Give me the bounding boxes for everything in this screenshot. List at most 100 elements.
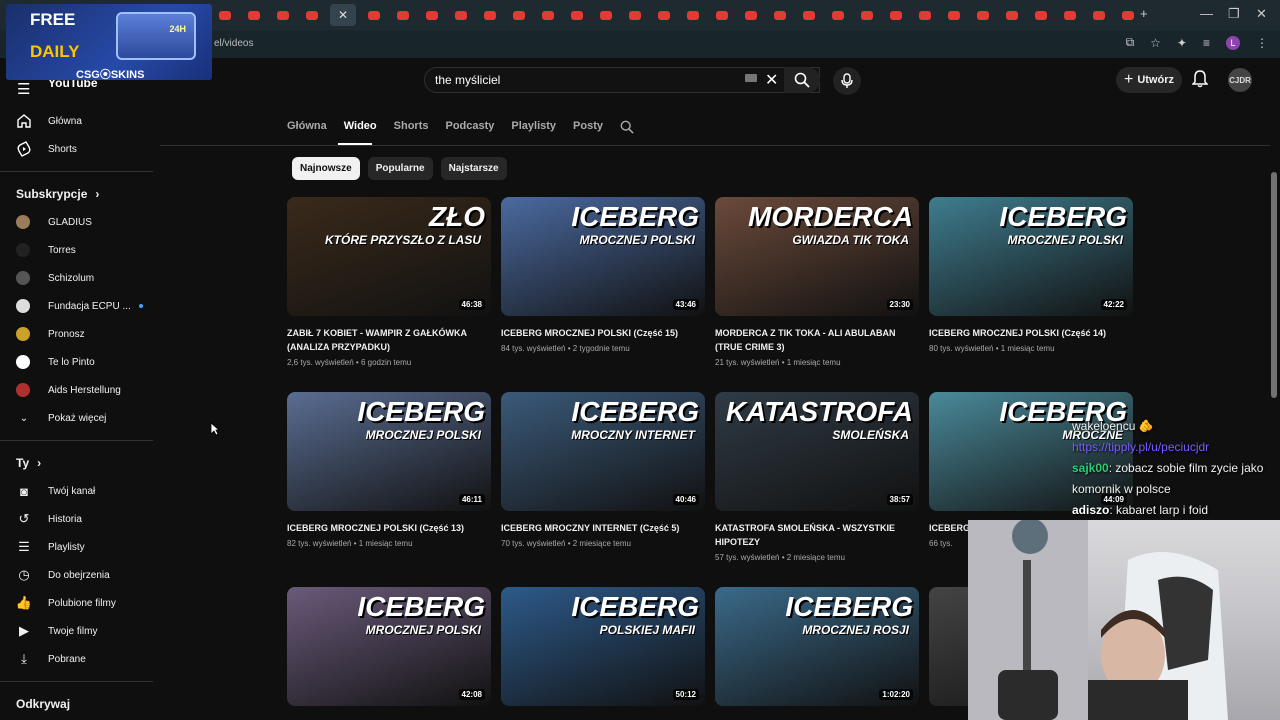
video-thumbnail[interactable]: ICEBERG POLSKIEJ MAFII 50:12: [501, 587, 705, 706]
browser-tab[interactable]: [943, 4, 965, 26]
video-thumbnail[interactable]: ICEBERG MROCZNEJ POLSKI 42:22: [929, 197, 1133, 316]
sidebar-item-history[interactable]: ↺ Historia: [0, 505, 155, 533]
media-controls-icon[interactable]: ≡: [1203, 36, 1210, 50]
subscriptions-heading[interactable]: Subskrypcje ›: [0, 180, 155, 208]
browser-tab[interactable]: [914, 4, 936, 26]
browser-tab[interactable]: [421, 4, 443, 26]
browser-tab[interactable]: [711, 4, 733, 26]
browser-tab[interactable]: [885, 4, 907, 26]
video-card[interactable]: ICEBERG MROCZNY INTERNET 40:46 ICEBERG MROC…: [501, 392, 705, 548]
browser-tab[interactable]: [740, 4, 762, 26]
browser-tab[interactable]: [827, 4, 849, 26]
channel-tab[interactable]: Główna: [287, 120, 327, 137]
video-card[interactable]: ZŁO KTÓRE PRZYSZŁO Z LASU 46:38 ZABIŁ 7 KOB…: [287, 197, 491, 367]
browser-tab[interactable]: [392, 4, 414, 26]
channel-tab[interactable]: Wideo: [344, 120, 377, 137]
browser-tab[interactable]: [682, 4, 704, 26]
clear-search-icon[interactable]: ✕: [765, 70, 778, 90]
extensions-icon[interactable]: ✦: [1177, 36, 1187, 50]
profile-avatar[interactable]: L: [1226, 35, 1240, 50]
video-card[interactable]: ICEBERG POLSKIEJ MAFII 50:12: [501, 587, 705, 706]
sort-chip[interactable]: Najnowsze: [292, 157, 360, 180]
video-title[interactable]: ICEBERG MROCZNEJ POLSKI (Część 14): [929, 326, 1133, 340]
search-box[interactable]: ✕: [424, 67, 820, 93]
sort-chip[interactable]: Najstarsze: [440, 157, 507, 180]
sidebar-item-shorts[interactable]: Shorts: [0, 135, 155, 163]
browser-tab[interactable]: [537, 4, 559, 26]
browser-tab[interactable]: [972, 4, 994, 26]
channel-search-icon[interactable]: [620, 120, 634, 137]
channel-tab[interactable]: Playlisty: [511, 120, 556, 137]
video-thumbnail[interactable]: ZŁO KTÓRE PRZYSZŁO Z LASU 46:38: [287, 197, 491, 316]
video-title[interactable]: ICEBERG MROCZNEJ POLSKI (Część 15): [501, 326, 705, 340]
account-avatar[interactable]: CJDR: [1228, 68, 1252, 92]
browser-tab[interactable]: [363, 4, 385, 26]
browser-tab[interactable]: [479, 4, 501, 26]
sidebar-subscription[interactable]: Torres: [0, 236, 155, 264]
search-input[interactable]: [435, 73, 735, 87]
sidebar-subscription[interactable]: Pronosz: [0, 320, 155, 348]
show-more-button[interactable]: ⌄ Pokaż więcej: [0, 404, 155, 432]
maximize-button[interactable]: ❐: [1228, 6, 1240, 22]
browser-tab[interactable]: [653, 4, 675, 26]
close-window-button[interactable]: ✕: [1256, 6, 1267, 22]
sidebar-item-channel[interactable]: ◙ Twój kanał: [0, 477, 155, 505]
channel-tab[interactable]: Shorts: [394, 120, 429, 137]
install-app-icon[interactable]: ⧉: [1126, 35, 1135, 50]
channel-tab[interactable]: Podcasty: [445, 120, 494, 137]
video-card[interactable]: MORDERCA GWIAZDA TIK TOKA 23:30 MORDERCA Z …: [715, 197, 919, 367]
video-card[interactable]: ICEBERG MROCZNEJ POLSKI 46:11 ICEBERG MROCZ…: [287, 392, 491, 548]
channel-tab[interactable]: Posty: [573, 120, 603, 137]
video-thumbnail[interactable]: ICEBERG MROCZNEJ POLSKI 46:11: [287, 392, 491, 511]
video-thumbnail[interactable]: MORDERCA GWIAZDA TIK TOKA 23:30: [715, 197, 919, 316]
browser-tab[interactable]: [1088, 4, 1110, 26]
browser-tab[interactable]: [1117, 4, 1139, 26]
video-card[interactable]: KATASTROFA SMOLEŃSKA 38:57 KATASTROFA SMOLE…: [715, 392, 919, 562]
bookmark-star-icon[interactable]: ☆: [1150, 36, 1161, 50]
menu-icon[interactable]: ☰: [17, 80, 30, 98]
minimize-button[interactable]: —: [1200, 6, 1213, 21]
browser-tab[interactable]: [1059, 4, 1081, 26]
more-menu-icon[interactable]: ⋮: [1256, 36, 1268, 50]
browser-tab[interactable]: [1001, 4, 1023, 26]
video-card[interactable]: ICEBERG MROCZNEJ POLSKI 42:08: [287, 587, 491, 706]
video-card[interactable]: ICEBERG MROCZNEJ POLSKI 43:46 ICEBERG MROCZ…: [501, 197, 705, 353]
browser-tab[interactable]: [243, 4, 265, 26]
sidebar-item-your-videos[interactable]: ▶ Twoje filmy: [0, 617, 155, 645]
sidebar-subscription[interactable]: Schizolum: [0, 264, 155, 292]
sidebar-item-playlist[interactable]: ☰ Playlisty: [0, 533, 155, 561]
video-thumbnail[interactable]: KATASTROFA SMOLEŃSKA 38:57: [715, 392, 919, 511]
video-thumbnail[interactable]: ICEBERG MROCZNEJ ROSJI 1:02:20: [715, 587, 919, 706]
you-heading[interactable]: Ty ›: [0, 449, 155, 477]
browser-tab[interactable]: [214, 4, 236, 26]
video-title[interactable]: KATASTROFA SMOLEŃSKA - WSZYSTKIE HIPOTEZ…: [715, 521, 919, 549]
sidebar-item-thumbs-up[interactable]: 👍 Polubione filmy: [0, 589, 155, 617]
browser-tab[interactable]: [566, 4, 588, 26]
browser-tab[interactable]: [769, 4, 791, 26]
sidebar-item-download[interactable]: ⤓ Pobrane: [0, 645, 155, 673]
browser-tab[interactable]: [1030, 4, 1052, 26]
sidebar-subscription[interactable]: GLADIUS: [0, 208, 155, 236]
sidebar-subscription[interactable]: Fundacja ECPU ...: [0, 292, 155, 320]
voice-search-button[interactable]: [833, 67, 861, 95]
create-button[interactable]: + Utwórz: [1116, 67, 1182, 93]
video-title[interactable]: MORDERCA Z TIK TOKA - ALI ABULABAN (TRUE…: [715, 326, 919, 354]
browser-tab[interactable]: [508, 4, 530, 26]
sidebar-subscription[interactable]: Te lo Pinto: [0, 348, 155, 376]
browser-tab[interactable]: [624, 4, 646, 26]
video-card[interactable]: ICEBERG MROCZNEJ ROSJI 1:02:20: [715, 587, 919, 706]
video-title[interactable]: ICEBERG MROCZNY INTERNET (Część 5): [501, 521, 705, 535]
video-thumbnail[interactable]: ICEBERG MROCZNY INTERNET 40:46: [501, 392, 705, 511]
video-card[interactable]: ICEBERG MROCZNEJ POLSKI 42:22 ICEBERG MROCZ…: [929, 197, 1133, 353]
sidebar-item-watch-later[interactable]: ◷ Do obejrzenia: [0, 561, 155, 589]
notifications-bell-icon[interactable]: [1191, 70, 1209, 91]
url-text[interactable]: el/videos: [214, 38, 253, 49]
sidebar-item-home[interactable]: Główna: [0, 107, 155, 135]
browser-tab[interactable]: [272, 4, 294, 26]
page-scrollbar[interactable]: [1271, 172, 1277, 398]
new-tab-button[interactable]: +: [1140, 6, 1148, 21]
video-title[interactable]: ICEBERG MROCZNEJ POLSKI (Część 13): [287, 521, 491, 535]
browser-tab[interactable]: [450, 4, 472, 26]
browser-tab[interactable]: [595, 4, 617, 26]
video-title[interactable]: ZABIŁ 7 KOBIET - WAMPIR Z GAŁKÓWKA (ANAL…: [287, 326, 491, 354]
